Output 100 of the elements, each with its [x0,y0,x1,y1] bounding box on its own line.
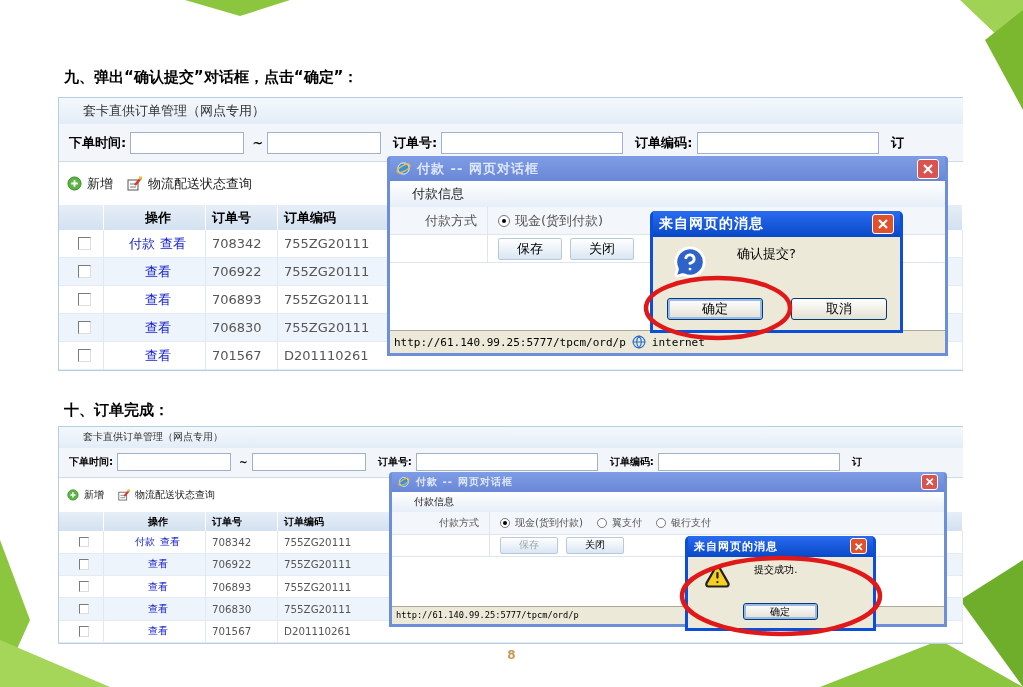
message-button[interactable]: 取消 [790,298,887,320]
input-field[interactable] [251,453,366,472]
dialog-button[interactable]: 保存 [498,237,562,260]
table-cell: 755ZG20111 [284,236,370,251]
table-cell: 706830 [212,320,262,335]
question-icon [673,245,707,279]
close-button[interactable] [849,538,867,555]
action-link[interactable]: 付款 [129,234,155,253]
row-checkbox[interactable] [77,293,91,306]
filter-label: ~ [252,135,264,150]
close-icon [924,477,935,487]
input-field[interactable] [441,131,624,154]
section-heading: 十、订单完成： [64,400,169,421]
filter-label: 下单时间: [69,133,127,152]
status-url: http://61.140.99.25:5777/tpcm/ord/p [396,610,579,621]
action-link[interactable]: 查看 [147,602,168,617]
row-checkbox[interactable] [77,321,91,334]
filter-label: 订单号: [377,455,412,470]
close-icon [922,162,934,175]
table-cell: 706893 [212,580,252,593]
add-icon [67,176,82,191]
input-field[interactable] [415,453,598,472]
action-link[interactable]: 查看 [160,234,186,253]
table-cell: 701567 [212,348,262,363]
radio-label: 翼支付 [611,515,642,530]
input-field[interactable] [130,131,245,154]
radio-button[interactable] [596,518,607,528]
page-title: 套卡直供订单管理（网点专用） [83,430,223,445]
message-text: 提交成功. [754,562,798,577]
field-label: 付款方式 [439,515,479,530]
toolbar-link[interactable]: 物流配送状态查询 [148,174,252,193]
section-title: 付款信息 [412,185,464,203]
table-cell: 755ZG20111 [284,603,352,616]
action-link[interactable]: 查看 [147,557,168,572]
column-header: 订单号 [206,511,278,532]
radio-label: 现金(货到付款) [515,211,604,230]
table-cell: 755ZG20111 [284,536,352,549]
toolbar-link[interactable]: 新增 [83,487,104,502]
section-heading: 九、弹出“确认提交”对话框，点击“确定”： [64,67,359,88]
browser-icon [398,475,410,488]
dialog-button[interactable]: 关闭 [570,237,634,260]
row-checkbox[interactable] [77,237,91,250]
filter-label: ~ [239,456,248,469]
action-link[interactable]: 查看 [144,318,171,337]
input-field[interactable] [657,453,840,472]
row-checkbox[interactable] [78,603,90,615]
table-cell: 755ZG20111 [284,580,352,593]
radio-label: 银行支付 [670,515,711,530]
dialog-button[interactable]: 关闭 [566,536,624,554]
action-link[interactable]: 查看 [147,624,168,639]
table-cell: 708342 [212,536,252,549]
input-field[interactable] [696,131,879,154]
message-title: 来自网页的消息 [694,538,779,554]
page-title: 套卡直供订单管理（网点专用） [83,102,265,120]
action-link[interactable]: 查看 [144,262,171,281]
radio-button[interactable] [500,518,510,528]
action-link[interactable]: 查看 [147,579,168,594]
dialog-title: 付款 -- 网页对话框 [417,159,540,178]
close-button[interactable] [920,473,938,490]
table-cell: 706922 [212,264,262,279]
row-checkbox[interactable] [78,536,90,548]
message-button[interactable]: 确定 [666,298,763,320]
action-link[interactable]: 查看 [144,346,171,365]
note-icon [117,488,131,501]
filter-label: 订 [851,455,862,470]
row-checkbox[interactable] [78,581,90,593]
action-link[interactable]: 查看 [144,290,171,309]
table-cell: 706830 [212,603,252,616]
row-checkbox[interactable] [78,559,90,570]
message-button[interactable]: 确定 [742,602,819,621]
column-header: 订单号 [206,205,278,230]
table-cell: 701567 [212,625,252,638]
close-icon [853,541,864,551]
note-icon [127,176,143,191]
row-checkbox[interactable] [78,626,90,637]
radio-label: 现金(货到付款) [514,515,583,530]
close-button[interactable] [917,158,939,179]
toolbar-link[interactable]: 物流配送状态查询 [135,487,216,502]
filter-label: 订单号: [393,133,438,152]
filter-label: 下单时间: [69,455,114,470]
filter-label: 订单编码: [609,455,654,470]
radio-button[interactable] [655,518,666,528]
action-link[interactable]: 查看 [160,535,180,550]
radio-button[interactable] [498,214,510,227]
toolbar-link[interactable]: 新增 [87,174,113,193]
close-button[interactable] [872,214,894,234]
action-link[interactable]: 付款 [135,535,155,550]
column-header: 操作 [104,511,206,532]
section-title: 付款信息 [414,495,454,509]
input-field[interactable] [117,453,232,472]
field-label: 付款方式 [425,211,477,230]
filter-label: 订单编码: [635,133,693,152]
table-cell: 706922 [212,558,252,571]
dialog-title: 付款 -- 网页对话框 [415,474,514,489]
input-field[interactable] [267,131,382,154]
table-cell: 706893 [212,292,262,307]
browser-icon [396,161,411,176]
row-checkbox[interactable] [77,265,91,278]
row-checkbox[interactable] [77,349,91,362]
close-icon [877,218,889,230]
